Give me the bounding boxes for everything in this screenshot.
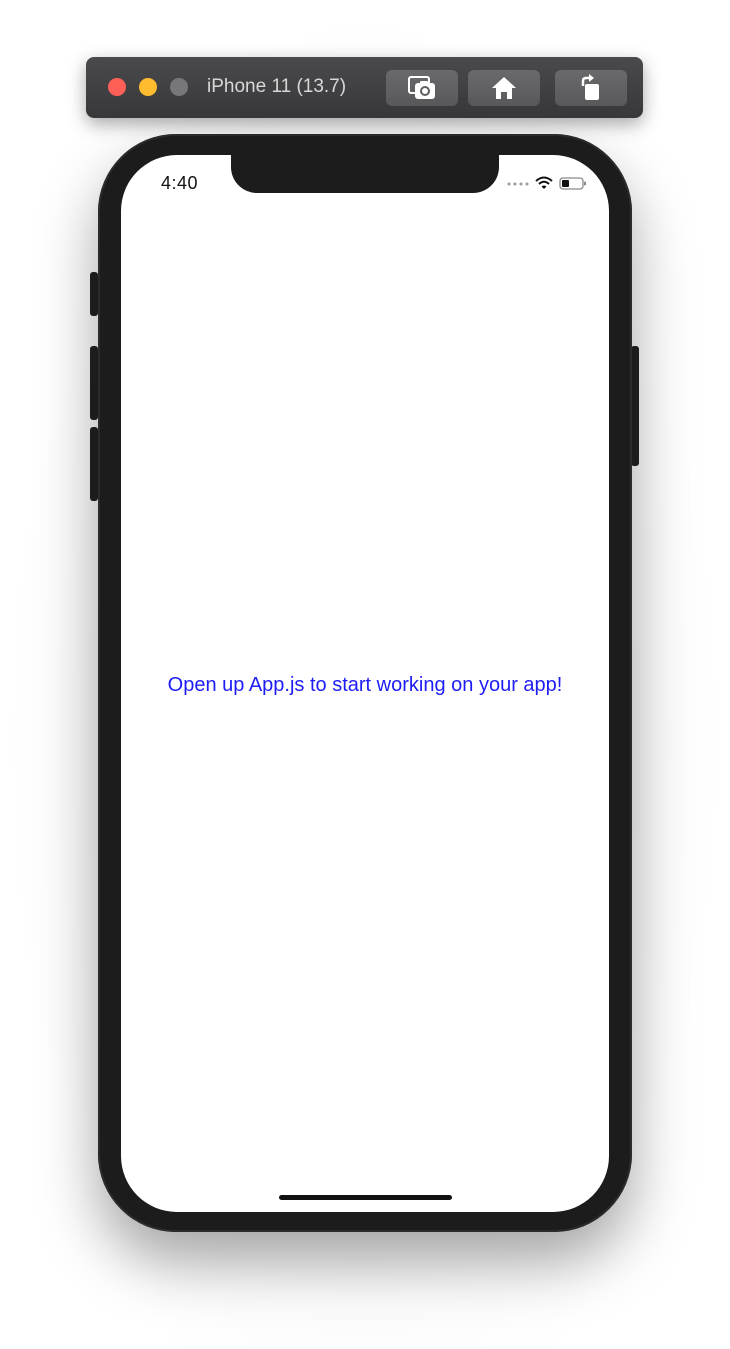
rotate-icon xyxy=(581,74,599,100)
stage: iPhone 11 (13.7) 4:40 Open up App.js to … xyxy=(0,0,730,1349)
notch xyxy=(231,155,499,193)
app-message: Open up App.js to start working on your … xyxy=(167,674,563,696)
wifi-icon xyxy=(535,176,553,189)
signal-dots-icon xyxy=(507,182,529,186)
power-button xyxy=(631,346,639,466)
status-time: 4:40 xyxy=(161,173,199,193)
device-screen[interactable]: 4:40 Open up App.js to start working on … xyxy=(121,155,609,1212)
camera-icon xyxy=(408,76,435,99)
close-window-button[interactable] xyxy=(108,78,126,96)
battery-icon xyxy=(559,176,586,190)
screenshot-button[interactable] xyxy=(386,70,458,106)
simulator-title: iPhone 11 (13.7) xyxy=(207,76,347,97)
volume-down-button xyxy=(90,427,98,501)
home-indicator[interactable] xyxy=(279,1195,452,1200)
zoom-window-button[interactable] xyxy=(170,78,188,96)
home-icon xyxy=(492,77,516,99)
status-icons xyxy=(507,176,587,190)
silent-switch xyxy=(90,272,98,316)
simulator-title-bar: iPhone 11 (13.7) xyxy=(86,57,643,118)
volume-up-button xyxy=(90,346,98,420)
minimize-window-button[interactable] xyxy=(139,78,157,96)
rotate-button[interactable] xyxy=(555,70,627,106)
home-button[interactable] xyxy=(468,70,540,106)
